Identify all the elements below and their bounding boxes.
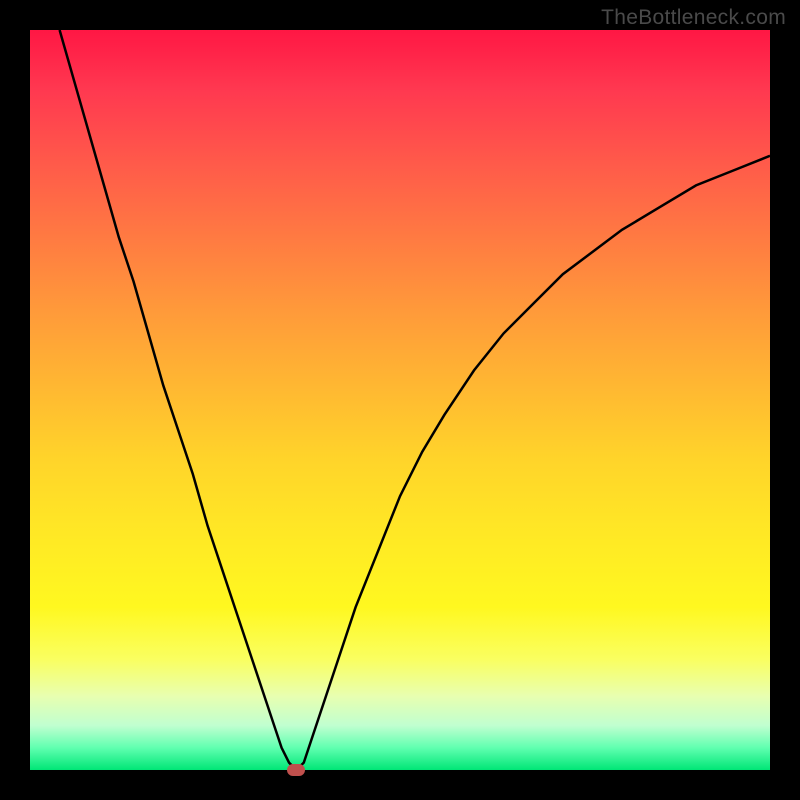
attribution-text: TheBottleneck.com [601,6,786,30]
bottleneck-curve [30,30,770,770]
chart-plot-area [30,30,770,770]
optimum-marker [287,764,305,776]
